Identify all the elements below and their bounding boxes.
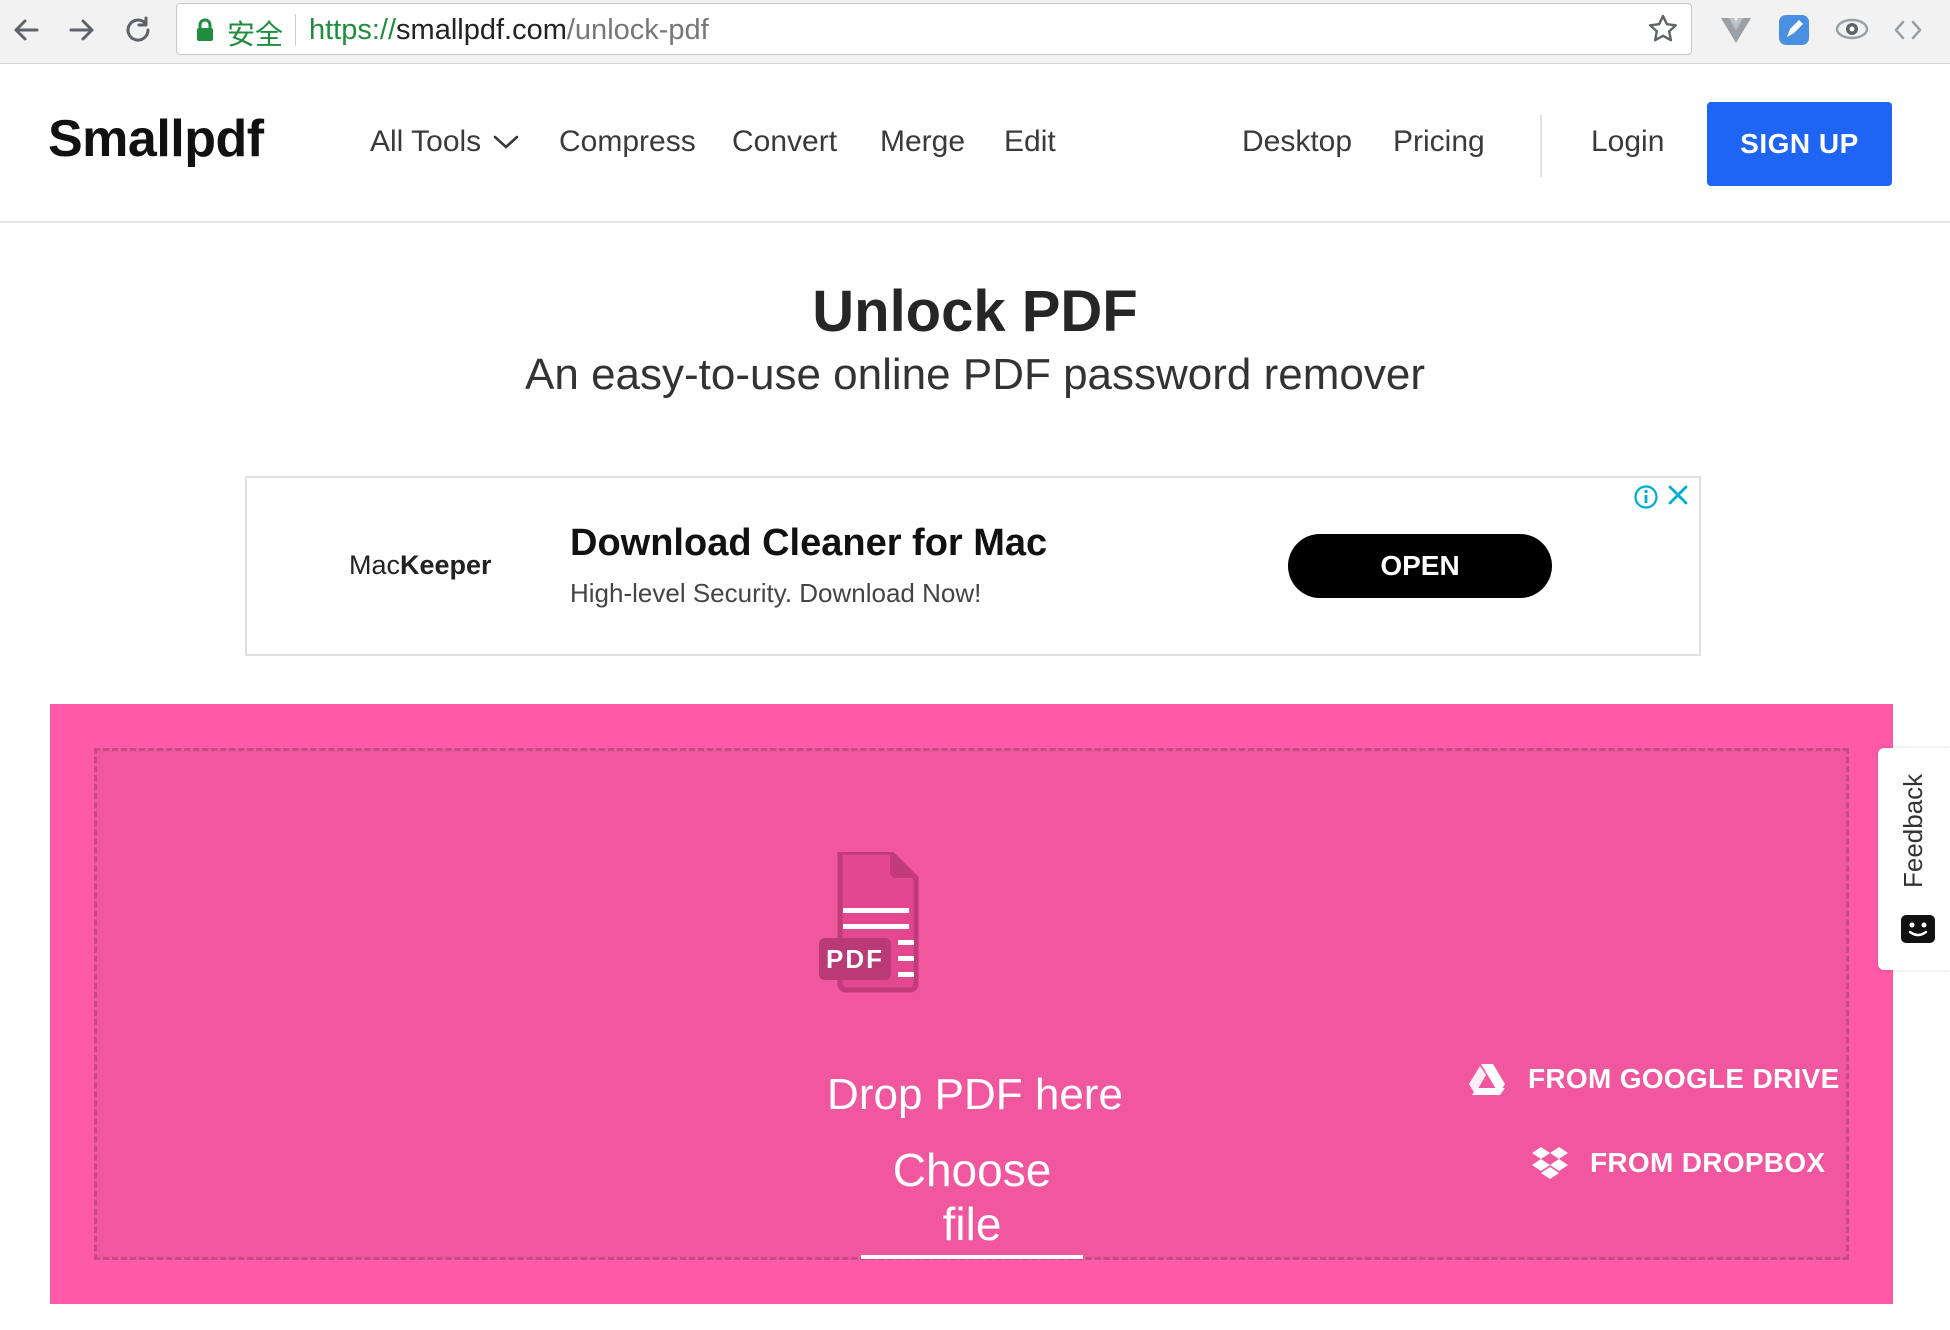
browser-toolbar: 安全 https://smallpdf.com/unlock-pdf [0,0,1950,64]
page-subtitle: An easy-to-use online PDF password remov… [525,350,1425,399]
address-bar[interactable]: 安全 https://smallpdf.com/unlock-pdf [176,3,1692,55]
extension-blue-icon[interactable] [1776,12,1812,48]
pdf-file-icon: PDF [816,849,1040,1053]
nav-convert[interactable]: Convert [732,125,837,159]
feedback-tab[interactable]: Feedback [1878,748,1950,970]
nav-login[interactable]: Login [1591,125,1664,159]
ad-info-icon[interactable] [1633,484,1659,515]
ad-headline[interactable]: Download Cleaner for Mac [570,522,1047,565]
feedback-label: Feedback [1898,773,1928,888]
reload-icon[interactable] [118,10,158,50]
vue-devtools-icon[interactable] [1718,12,1754,48]
bookmark-star-icon[interactable] [1647,13,1679,50]
nav-pricing[interactable]: Pricing [1393,125,1485,159]
nav-desktop[interactable]: Desktop [1242,125,1352,159]
nav-all-tools[interactable]: All Tools [370,125,519,159]
forward-icon[interactable] [62,10,102,50]
ad-description: High-level Security. Download Now! [570,578,982,608]
secure-label: 安全 [227,18,284,51]
smiley-face-icon [1900,914,1936,949]
site-header: Smallpdf All Tools Compress Convert Merg… [0,65,1950,223]
from-dropbox-button[interactable]: FROM DROPBOX [1532,1146,1825,1180]
page-title: Unlock PDF [812,279,1138,344]
nav-divider [1540,115,1542,177]
code-brackets-icon[interactable] [1890,12,1926,48]
eye-extension-icon[interactable] [1834,12,1870,48]
from-google-drive-button[interactable]: FROM GOOGLE DRIVE [1468,1062,1840,1096]
google-drive-icon [1468,1062,1506,1096]
ad-open-button[interactable]: OPEN [1288,534,1552,598]
nav-merge[interactable]: Merge [880,125,965,159]
smallpdf-logo[interactable]: Smallpdf [48,109,264,169]
ad-banner[interactable]: MacKeeper Download Cleaner for Mac High-… [245,476,1701,656]
nav-edit[interactable]: Edit [1004,125,1056,159]
ad-brand-logo: MacKeeper [349,550,492,580]
url-text: https://smallpdf.com/unlock-pdf [309,14,709,46]
signup-button[interactable]: SIGN UP [1707,102,1892,186]
dropbox-icon [1532,1146,1568,1180]
pdf-icon-label: PDF [826,944,884,974]
nav-compress[interactable]: Compress [559,125,696,159]
back-icon[interactable] [6,10,46,50]
lock-icon [195,18,215,47]
chevron-down-icon [493,134,519,150]
ad-close-icon[interactable] [1665,482,1691,513]
choose-file-link[interactable]: Choose file [861,1143,1083,1259]
